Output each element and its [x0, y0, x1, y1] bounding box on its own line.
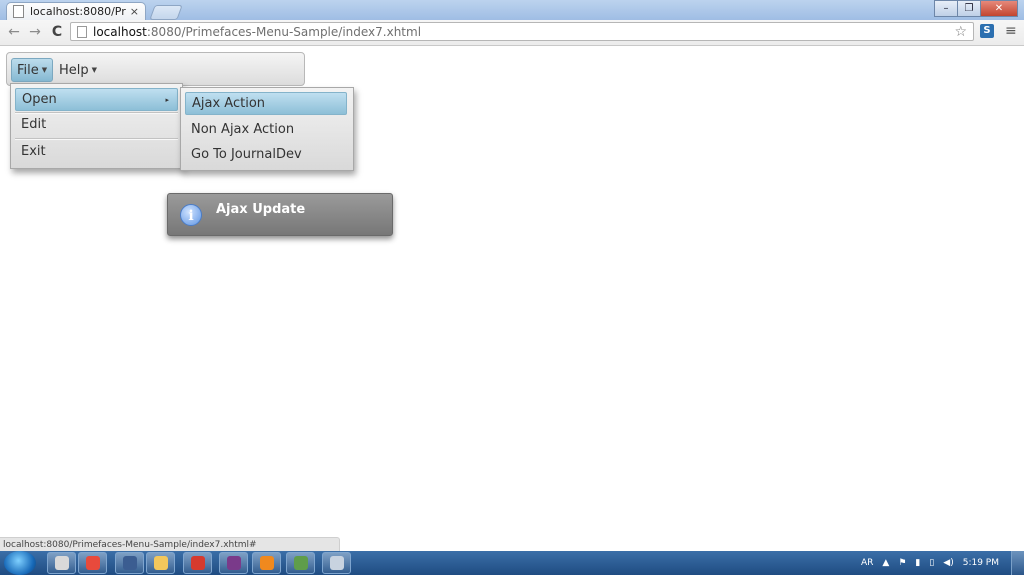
menubar-item-help[interactable]: Help ▼ — [54, 58, 102, 82]
back-button[interactable]: ← — [5, 23, 23, 41]
menu-item-label: Non Ajax Action — [191, 122, 295, 137]
tab-title: localhost:8080/Primefaces — [30, 5, 126, 18]
chevron-down-icon: ▼ — [41, 66, 48, 74]
pdf-taskbar-button[interactable] — [183, 552, 212, 574]
url-host: localhost — [93, 24, 147, 39]
chrome-taskbar-button[interactable] — [78, 552, 107, 574]
menu-item-edit[interactable]: Edit — [15, 113, 178, 136]
menu-item-non-ajax-action[interactable]: Non Ajax Action — [185, 118, 347, 141]
browser-title-bar: localhost:8080/Primefaces × – ❐ ✕ — [0, 0, 1024, 20]
windows-explorer-icon — [54, 556, 69, 570]
network-icon[interactable]: ▮ — [915, 558, 920, 568]
menu-item-label: Go To JournalDev — [191, 147, 302, 162]
growl-title: Ajax Update — [216, 202, 306, 217]
book-taskbar-button[interactable] — [219, 552, 248, 574]
browser-menu-icon[interactable]: ≡ — [1005, 23, 1017, 39]
chevron-down-icon: ▼ — [91, 66, 98, 74]
windows-explorer-taskbar-button[interactable] — [47, 552, 76, 574]
menubar-item-label: File — [17, 62, 39, 78]
page-icon — [13, 5, 24, 18]
app-taskbar-button[interactable] — [322, 552, 351, 574]
battery-icon[interactable]: ▯ — [929, 558, 934, 568]
file-menu: Open ▸ Edit Exit — [10, 83, 183, 169]
minimize-button[interactable]: – — [934, 0, 958, 17]
restore-button[interactable]: ❐ — [957, 0, 981, 17]
page-icon — [77, 25, 87, 38]
folder-icon — [153, 556, 168, 570]
menu-item-go-to-journaldev[interactable]: Go To JournalDev — [185, 143, 347, 166]
menu-item-label: Edit — [21, 117, 47, 132]
tool-icon — [293, 556, 308, 570]
clock[interactable]: 5:19 PM — [963, 558, 999, 568]
window-controls: – ❐ ✕ — [934, 0, 1018, 17]
chevron-right-icon: ▸ — [165, 95, 169, 104]
pdf-icon — [190, 556, 205, 570]
growl-notification[interactable]: i Ajax Update — [167, 193, 393, 236]
start-button[interactable] — [4, 551, 36, 575]
menubar: File ▼ Help ▼ — [6, 52, 305, 86]
system-tray: AR ▲ ⚑ ▮ ▯ ◀) 5:19 PM — [861, 551, 1024, 575]
menubar-item-label: Help — [59, 62, 89, 78]
show-desktop-button[interactable] — [1011, 551, 1024, 575]
volume-icon[interactable]: ◀) — [943, 558, 953, 568]
folder-taskbar-button[interactable] — [146, 552, 175, 574]
open-submenu: Ajax Action Non Ajax Action Go To Journa… — [180, 87, 354, 171]
menu-item-open[interactable]: Open ▸ — [15, 88, 178, 111]
close-window-button[interactable]: ✕ — [980, 0, 1018, 17]
chrome-icon — [85, 556, 100, 570]
menu-item-ajax-action[interactable]: Ajax Action — [185, 92, 347, 115]
tool-taskbar-button[interactable] — [286, 552, 315, 574]
tab-close-icon[interactable]: × — [130, 5, 139, 18]
menu-item-label: Exit — [21, 144, 46, 159]
language-indicator[interactable]: AR — [861, 558, 873, 568]
media-player-taskbar-button[interactable] — [115, 552, 144, 574]
new-tab-button[interactable] — [149, 5, 183, 20]
menubar-item-file[interactable]: File ▼ — [11, 58, 54, 82]
forward-button[interactable]: → — [26, 23, 44, 41]
status-bar: localhost:8080/Primefaces-Menu-Sample/in… — [0, 537, 340, 551]
address-bar[interactable]: localhost:8080/Primefaces-Menu-Sample/in… — [70, 22, 974, 41]
menu-item-label: Open — [22, 92, 57, 107]
vlc-icon — [259, 556, 274, 570]
menu-item-exit[interactable]: Exit — [15, 140, 178, 163]
reload-button[interactable]: C — [48, 23, 66, 41]
bookmark-star-icon[interactable]: ☆ — [954, 24, 967, 40]
flag-icon[interactable]: ⚑ — [898, 558, 906, 568]
vlc-taskbar-button[interactable] — [252, 552, 281, 574]
menu-item-label: Ajax Action — [192, 96, 266, 111]
taskbar: AR ▲ ⚑ ▮ ▯ ◀) 5:19 PM — [0, 551, 1024, 575]
tray-expand-icon[interactable]: ▲ — [882, 558, 889, 568]
app-icon — [329, 556, 344, 570]
book-icon — [226, 556, 241, 570]
url-path: :8080/Primefaces-Menu-Sample/index7.xhtm… — [146, 24, 422, 39]
extension-icon[interactable]: S — [980, 24, 994, 38]
media-player-icon — [122, 556, 137, 570]
browser-tab[interactable]: localhost:8080/Primefaces × — [6, 2, 146, 20]
info-icon: i — [180, 204, 202, 226]
browser-toolbar: ← → C localhost:8080/Primefaces-Menu-Sam… — [0, 20, 1024, 46]
